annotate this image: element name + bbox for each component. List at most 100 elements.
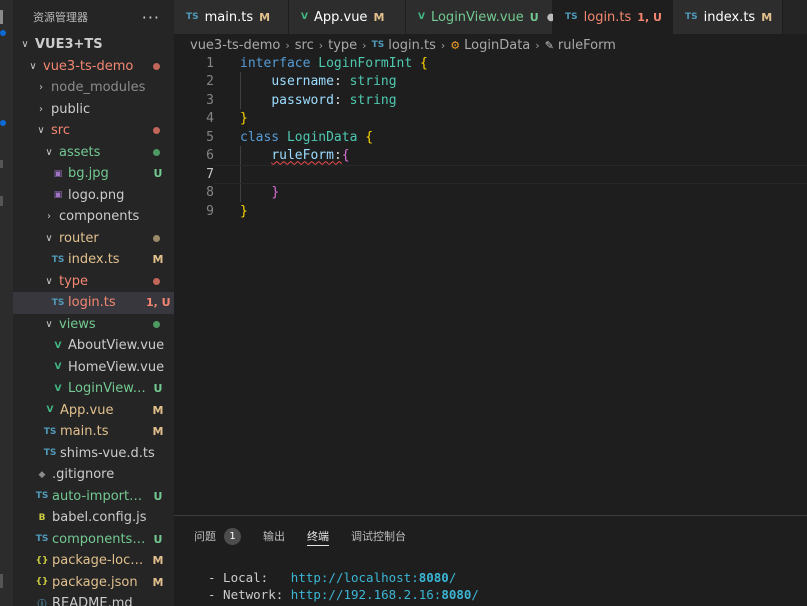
file-label: package-lock.j... [52,553,146,569]
local-url[interactable]: http://localhost:8080/ [291,570,457,585]
file-item[interactable]: ⓘ README.md [13,593,174,606]
typescript-file-icon: TS [186,12,199,22]
file-label: .gitignore [52,467,115,483]
file-item[interactable]: ◆ .gitignore [13,464,174,486]
file-item[interactable]: TScomponents.d.ts U [13,529,174,551]
editor-tab[interactable]: TS index.ts M [673,0,783,34]
breadcrumb-class[interactable]: LoginData [464,38,530,53]
file-item[interactable]: TSauto-imports.d.ts U [13,486,174,508]
editor-tab[interactable]: V LoginView.vue U ● [406,0,555,34]
code-line[interactable]: 7 [174,165,807,184]
file-item[interactable]: V LoginView.vue U [13,378,174,400]
chevron-down-icon[interactable]: ∨ [43,233,55,244]
panel-tabs: 问题 1 输出 终端 调试控制台 [194,526,428,546]
chevron-down-icon[interactable]: ∨ [43,319,55,330]
breadcrumb-item[interactable]: type [328,38,357,53]
editor-tab[interactable]: TS main.ts M [174,0,289,34]
folder-item[interactable]: ∨ VUE3+TS [13,34,174,56]
network-url[interactable]: http://192.168.2.16:8080/ [291,587,479,602]
breadcrumb-member[interactable]: ruleForm [558,38,616,53]
folder-item[interactable]: ∨ views [13,314,174,336]
typescript-file-icon: TS [371,40,385,50]
file-item[interactable]: V AboutView.vue [13,335,174,357]
file-label: router [59,230,99,246]
line-number: 1 [206,55,214,71]
code-text: } [240,111,248,126]
folder-item[interactable]: › public [13,99,174,121]
code-line[interactable]: 5 class LoginData { [174,128,807,147]
more-actions-icon[interactable]: ··· [142,8,160,27]
vue-file-icon: V [301,12,308,22]
file-label: main.ts [60,424,109,440]
folder-item[interactable]: ∨ router [13,228,174,250]
chevron-right-icon[interactable]: › [43,211,55,222]
file-type-icon: {} [35,577,49,588]
file-item[interactable]: TS login.ts 1, U [13,292,174,314]
code-line[interactable]: 8 } [174,184,807,203]
code-line[interactable]: 4} [174,110,807,129]
chevron-down-icon[interactable]: ∨ [43,276,55,287]
explorer-title: 资源管理器 [33,11,88,24]
chevron-right-icon[interactable]: › [35,82,47,93]
tab-label: index.ts [703,9,756,25]
property-symbol-icon: ✎ [544,38,554,52]
file-item[interactable]: TS index.ts M [13,249,174,271]
explorer-header: 资源管理器 ··· [13,0,174,34]
typescript-file-icon: TS [685,12,698,22]
notification-badge [0,30,6,36]
code-line[interactable]: 6 ruleForm:{ [174,147,807,166]
file-item[interactable]: ▣ bg.jpg U [13,163,174,185]
code-line[interactable]: 9} [174,202,807,221]
account-icon[interactable] [0,574,3,588]
chevron-down-icon[interactable]: ∨ [35,125,47,136]
chevron-down-icon[interactable]: ∨ [27,61,39,72]
panel-tab[interactable]: 问题 1 [194,526,241,546]
file-item[interactable]: TS shims-vue.d.ts [13,443,174,465]
code-line[interactable]: 1 interface LoginFormInt { [174,54,807,73]
terminal-output[interactable]: - Local: http://localhost:8080/ - Networ… [208,569,479,603]
file-item[interactable]: ▣ logo.png [13,185,174,207]
git-status-badge: U [153,382,163,396]
code-editor[interactable]: 1 interface LoginFormInt {2 username: str… [174,54,807,514]
git-status-badge: M [152,425,164,439]
tab-status: M [259,10,271,24]
run-icon[interactable] [0,160,3,168]
breadcrumb-file[interactable]: login.ts [388,38,436,53]
code-token: { [420,55,428,71]
folder-item[interactable]: › components [13,206,174,228]
editor-tab[interactable]: V App.vue M [289,0,406,34]
folder-item[interactable]: ∨ assets [13,142,174,164]
chevron-right-icon[interactable]: › [35,104,47,115]
code-line[interactable]: 2 username: string [174,73,807,92]
local-url-prefix: http://localhost: [290,570,419,585]
extensions-icon[interactable] [0,196,3,206]
file-label: type [59,273,89,289]
breadcrumb-item[interactable]: src [295,38,314,53]
file-item[interactable]: V App.vue M [13,400,174,422]
file-item[interactable]: {} package.json M [13,572,174,594]
chevron-down-icon[interactable]: ∨ [43,147,55,158]
panel-tab[interactable]: 输出 [263,526,285,546]
folder-item[interactable]: ∨ src [13,120,174,142]
panel-tab[interactable]: 终端 [307,526,329,546]
file-item[interactable]: Bbabel.config.js [13,507,174,529]
editor-tab[interactable]: TS login.ts 1, U [553,0,673,34]
code-token: : [333,74,350,90]
folder-item[interactable]: › node_modules [13,77,174,99]
file-item[interactable]: {}package-lock.j... M [13,550,174,572]
source-control-badge[interactable] [0,120,6,126]
breadcrumb-item[interactable]: vue3-ts-demo [190,38,280,53]
file-item[interactable]: TS main.ts M [13,421,174,443]
panel-tab-label: 输出 [263,530,285,543]
folder-item[interactable]: ∨ vue3-ts-demo [13,56,174,78]
folder-item[interactable]: ∨ type [13,271,174,293]
code-line[interactable]: 3 password: string [174,91,807,110]
explorer-active-indicator[interactable] [0,10,3,24]
file-label: AboutView.vue [68,338,165,354]
file-item[interactable]: V HomeView.vue [13,357,174,379]
file-label: VUE3+TS [35,37,103,53]
panel-tab[interactable]: 调试控制台 [351,526,406,546]
chevron-down-icon[interactable]: ∨ [19,39,31,50]
code-token: ruleForm [271,148,334,164]
code-text: class LoginData { [240,130,373,145]
